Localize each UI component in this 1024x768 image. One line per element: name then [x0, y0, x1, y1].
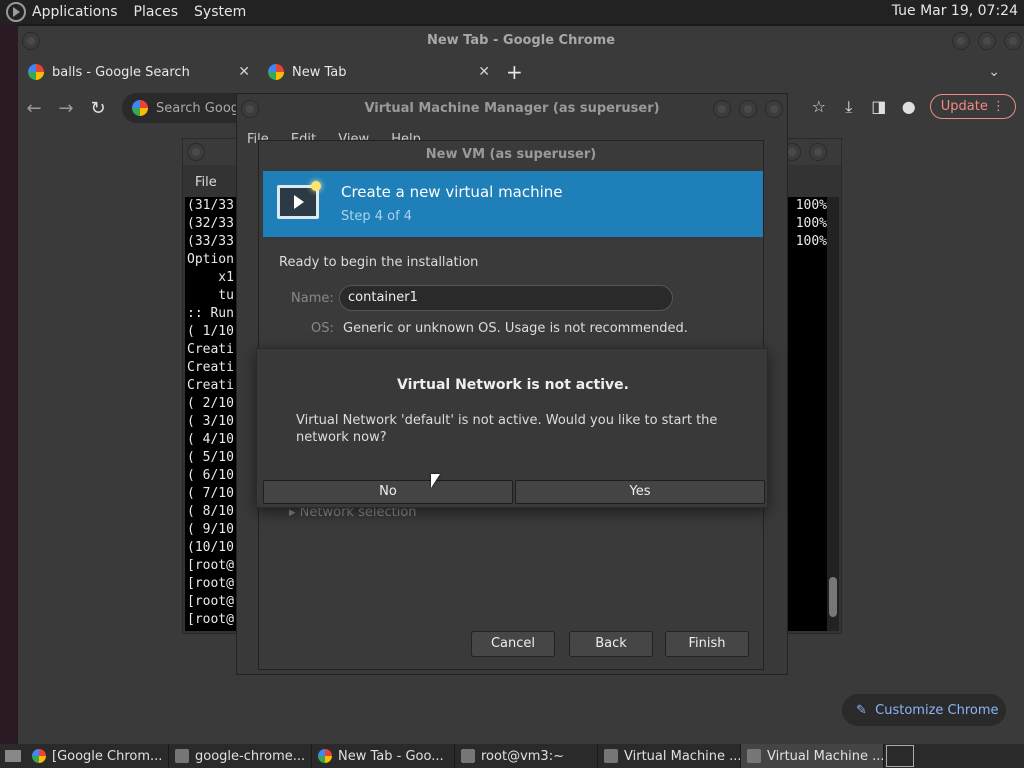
finish-button[interactable]: Finish [665, 631, 749, 657]
vmm-title: Virtual Machine Manager (as superuser) [364, 101, 660, 116]
distro-logo-icon[interactable] [6, 2, 26, 22]
taskbar-item-label: Virtual Machine ... [624, 748, 741, 764]
profile-icon[interactable]: ● [894, 97, 924, 116]
alert-message: Virtual Network 'default' is not active.… [296, 413, 718, 445]
back-arrow-icon[interactable]: ← [18, 98, 50, 119]
taskbar-item[interactable]: root@vm3:~ [455, 744, 598, 768]
network-inactive-alert: Virtual Network is not active. Virtual N… [256, 348, 768, 508]
chrome-icon [318, 749, 332, 763]
clock[interactable]: Tue Mar 19, 07:24 [892, 3, 1018, 19]
taskbar-item-label: google-chrome... [195, 748, 306, 764]
customize-label: Customize Chrome [875, 702, 999, 718]
percent-line: 100% [795, 234, 827, 249]
close-tab-icon[interactable]: ✕ [238, 64, 250, 80]
banner-title: Create a new virtual machine [341, 183, 563, 201]
show-desktop-icon[interactable] [0, 744, 26, 768]
taskbar: [Google Chrom... google-chrome... New Ta… [0, 744, 1024, 768]
vm-icon [604, 749, 618, 763]
close-button[interactable] [765, 100, 783, 118]
top-panel: Applications Places System Tue Mar 19, 0… [0, 0, 1024, 24]
minimize-button[interactable] [713, 100, 731, 118]
terminal-icon [461, 749, 475, 763]
banner-step: Step 4 of 4 [341, 209, 413, 224]
mouse-cursor-icon [431, 474, 440, 488]
ready-text: Ready to begin the installation [279, 255, 479, 270]
maximize-button[interactable] [978, 32, 996, 50]
update-label: Update [940, 99, 988, 114]
chrome-icon [268, 64, 284, 80]
desktop-edge [0, 24, 18, 744]
customize-chrome-button[interactable]: ✎ Customize Chrome [842, 694, 1006, 726]
chrome-window-title: New Tab - Google Chrome [426, 33, 616, 48]
toolbar-actions: ☆ ⤓ ◨ ● Update ⋮ [804, 94, 1016, 119]
vm-icon [747, 749, 761, 763]
maximize-button[interactable] [739, 100, 757, 118]
minimize-button[interactable] [952, 32, 970, 50]
app-icon [175, 749, 189, 763]
percent-line: 100% [795, 198, 827, 213]
chrome-titlebar[interactable]: New Tab - Google Chrome [18, 26, 1024, 56]
name-label: Name: [291, 291, 334, 306]
taskbar-item-label: Virtual Machine ... [767, 748, 884, 764]
cancel-button[interactable]: Cancel [471, 631, 555, 657]
reload-icon[interactable]: ↻ [82, 98, 114, 119]
window-menu-button[interactable] [187, 143, 205, 161]
taskbar-item[interactable]: New Tab - Goo... [312, 744, 455, 768]
menu-system[interactable]: System [194, 4, 246, 20]
google-icon [132, 100, 148, 116]
taskbar-item[interactable]: Virtual Machine ... [598, 744, 741, 768]
tab-strip: balls - Google Search ✕ New Tab ✕ + ⌄ [18, 56, 1024, 88]
new-tab-icon[interactable]: + [506, 60, 523, 84]
alert-title: Virtual Network is not active. [397, 377, 629, 393]
os-value: Generic or unknown OS. Usage is not reco… [343, 321, 688, 336]
window-menu-button[interactable] [241, 100, 259, 118]
taskbar-item-label: [Google Chrom... [52, 748, 163, 764]
tab-new-tab[interactable]: New Tab ✕ [258, 56, 498, 88]
close-button[interactable] [809, 143, 827, 161]
tab-label: balls - Google Search [52, 64, 190, 80]
download-icon[interactable]: ⤓ [834, 97, 864, 117]
tab-search-chevron-icon[interactable]: ⌄ [988, 64, 1000, 80]
wizard-banner: Create a new virtual machine Step 4 of 4 [263, 171, 763, 237]
os-label: OS: [311, 321, 334, 336]
taskbar-item[interactable]: [Google Chrom... [26, 744, 169, 768]
tab-balls-search[interactable]: balls - Google Search ✕ [18, 56, 258, 88]
bookmark-star-icon[interactable]: ☆ [804, 97, 834, 116]
name-field[interactable]: container1 [339, 285, 673, 311]
scrollbar-thumb[interactable] [829, 577, 837, 617]
taskbar-item-label: New Tab - Goo... [338, 748, 444, 764]
forward-arrow-icon[interactable]: → [50, 98, 82, 119]
new-vm-title[interactable]: New VM (as superuser) [259, 141, 763, 169]
side-panel-icon[interactable]: ◨ [864, 97, 894, 116]
back-button[interactable]: Back [569, 631, 653, 657]
chrome-icon [32, 749, 46, 763]
yes-button[interactable]: Yes [515, 480, 765, 504]
omnibox-placeholder: Search Goog [156, 100, 240, 116]
window-menu-button[interactable] [22, 32, 40, 50]
taskbar-item[interactable]: google-chrome... [169, 744, 312, 768]
menu-places[interactable]: Places [134, 4, 179, 20]
vmm-titlebar[interactable]: Virtual Machine Manager (as superuser) [237, 94, 787, 124]
no-button[interactable]: No [263, 480, 513, 504]
menu-applications[interactable]: Applications [32, 4, 118, 20]
terminal-scrollbar[interactable] [827, 197, 839, 631]
percent-line: 100% [795, 216, 827, 231]
tab-label: New Tab [292, 64, 347, 80]
taskbar-item-label: root@vm3:~ [481, 748, 564, 764]
workspace-switcher[interactable] [886, 745, 914, 767]
update-button[interactable]: Update ⋮ [929, 94, 1016, 119]
google-icon [28, 64, 44, 80]
close-tab-icon[interactable]: ✕ [478, 64, 490, 80]
new-sparkle-icon [311, 181, 321, 191]
progress-percents: 100% 100% 100% [796, 197, 827, 251]
taskbar-item[interactable]: Virtual Machine ... [741, 744, 884, 768]
close-button[interactable] [1004, 32, 1022, 50]
